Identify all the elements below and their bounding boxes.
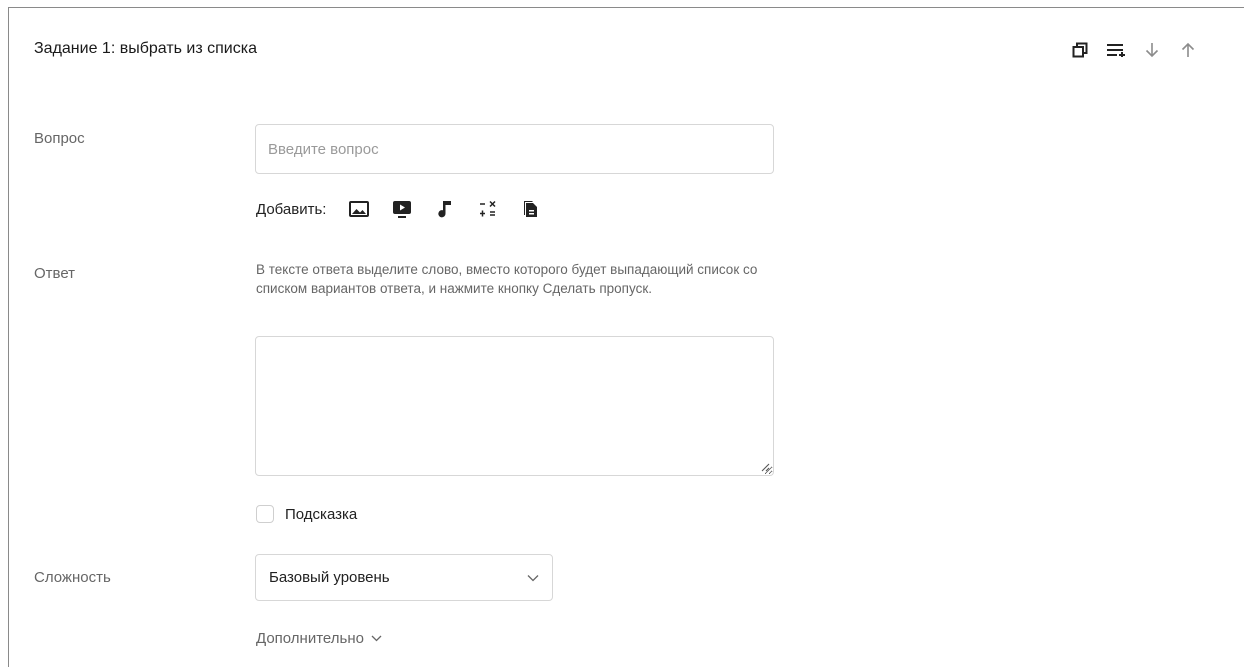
difficulty-selected-value: Базовый уровень	[269, 569, 390, 586]
question-label: Вопрос	[34, 130, 85, 147]
copy-icon[interactable]	[1062, 38, 1098, 62]
formula-icon[interactable]	[473, 198, 503, 220]
arrow-down-icon[interactable]	[1134, 38, 1170, 62]
additional-label: Дополнительно	[256, 630, 364, 647]
hint-checkbox[interactable]	[256, 505, 274, 523]
hint-checkbox-row[interactable]: Подсказка	[256, 505, 357, 523]
answer-hint: В тексте ответа выделите слово, вместо к…	[256, 262, 758, 296]
chevron-down-icon	[371, 635, 382, 642]
document-icon[interactable]	[516, 198, 546, 220]
chevron-down-icon	[527, 574, 539, 581]
add-media-label: Добавить:	[256, 200, 327, 218]
image-icon[interactable]	[344, 198, 374, 220]
additional-toggle[interactable]: Дополнительно	[256, 630, 382, 647]
task-toolbar	[1062, 38, 1206, 62]
video-icon[interactable]	[387, 198, 417, 220]
hint-checkbox-label: Подсказка	[285, 505, 358, 523]
task-title: Задание 1: выбрать из списка	[34, 40, 257, 57]
list-add-icon[interactable]	[1098, 38, 1134, 62]
difficulty-label: Сложность	[34, 569, 111, 586]
answer-label: Ответ	[34, 265, 76, 282]
difficulty-select[interactable]: Базовый уровень	[255, 554, 553, 601]
arrow-up-icon[interactable]	[1170, 38, 1206, 62]
audio-icon[interactable]	[430, 198, 460, 220]
add-media-row: Добавить:	[256, 198, 559, 220]
question-input[interactable]	[255, 124, 774, 174]
answer-textarea[interactable]	[255, 336, 774, 476]
